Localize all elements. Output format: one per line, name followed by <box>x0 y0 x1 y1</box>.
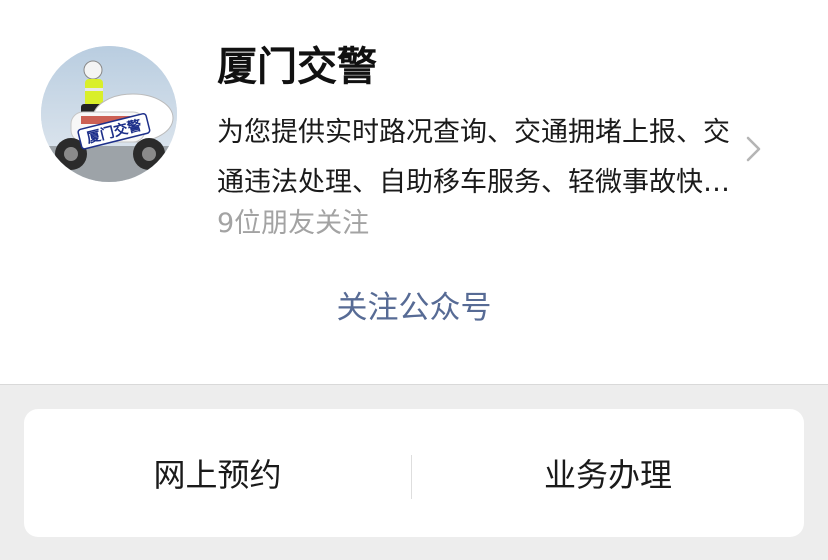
account-card: 厦门交警 厦门交警 为您提供实时路况查询、交通拥堵上报、交通违法处理、自助移车服… <box>0 0 828 385</box>
account-name: 厦门交警 <box>217 44 377 90</box>
service-menu: 网上预约 业务办理 <box>24 409 804 537</box>
account-avatar[interactable]: 厦门交警 <box>41 46 177 182</box>
menu-item-online-appointment[interactable]: 网上预约 <box>24 409 411 537</box>
menu-item-business-handling[interactable]: 业务办理 <box>412 409 804 537</box>
account-description[interactable]: 为您提供实时路况查询、交通拥堵上报、交通违法处理、自助移车服务、轻微事故快处快赔… <box>217 108 737 208</box>
follow-account-button[interactable]: 关注公众号 <box>0 286 828 330</box>
friends-following-count: 9位朋友关注 <box>217 208 370 239</box>
chevron-right-icon[interactable] <box>741 134 767 164</box>
motorcycle-officer-image: 厦门交警 <box>41 46 177 182</box>
